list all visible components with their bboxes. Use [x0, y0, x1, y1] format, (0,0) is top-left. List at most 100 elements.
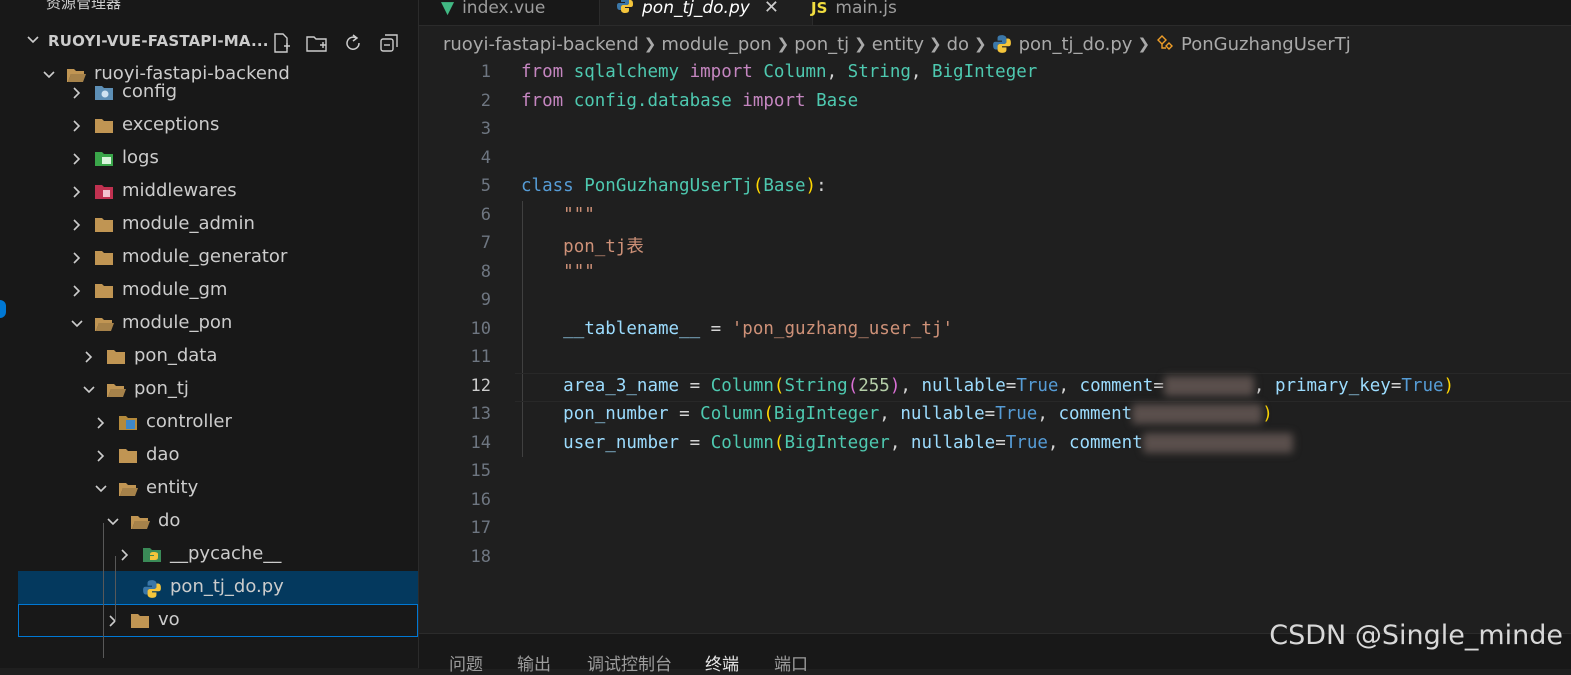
code-line: 15: [419, 458, 1571, 486]
folder-item[interactable]: middlewares: [18, 175, 418, 208]
pycache-folder-icon: [142, 546, 162, 563]
chevron-right-icon: [85, 351, 93, 363]
file-item[interactable]: pon_tj_do.py: [18, 571, 418, 604]
watermark: CSDN @Single_minde: [1269, 620, 1563, 651]
tree-item-label: controller: [146, 411, 232, 432]
folder-item[interactable]: logs: [18, 142, 418, 175]
tab-main-js[interactable]: JS main.js: [797, 0, 961, 25]
line-number: 8: [480, 261, 491, 282]
folder-item[interactable]: config: [18, 76, 418, 109]
breadcrumb-item[interactable]: module_pon: [661, 34, 771, 55]
code-text: user_number = Column(BigInteger, nullabl…: [521, 432, 1293, 453]
folder-item[interactable]: controller: [18, 406, 418, 439]
controller-folder-icon: [118, 414, 138, 431]
chevron-down-icon: [107, 518, 119, 526]
collapse-all-icon[interactable]: [376, 30, 402, 56]
new-file-icon[interactable]: [268, 30, 294, 56]
folder-item[interactable]: entity: [18, 472, 418, 505]
folder-item[interactable]: pon_tj: [18, 373, 418, 406]
accounts-badge[interactable]: [0, 300, 6, 318]
tree-item-label: pon_tj_do.py: [170, 576, 284, 597]
chevron-down-icon: [71, 320, 83, 328]
panel-tab-output[interactable]: 输出: [517, 650, 551, 675]
code-text: pon_number = Column(BigInteger, nullable…: [563, 404, 1273, 424]
folder-item[interactable]: pon_data: [18, 340, 418, 373]
chevron-right-icon: ❯: [929, 35, 942, 53]
line-number: 5: [480, 176, 491, 196]
code-line: 16: [419, 487, 1571, 515]
code-line: 3: [419, 116, 1571, 144]
line-number: 13: [470, 404, 491, 424]
line-number: 1: [480, 62, 491, 82]
class-symbol-icon: [1157, 35, 1174, 50]
breadcrumb-item[interactable]: entity: [872, 34, 924, 55]
code-line: 17: [419, 515, 1571, 543]
line-number: 16: [470, 489, 491, 510]
folder-icon: [130, 612, 150, 629]
folder-item[interactable]: exceptions: [18, 109, 418, 142]
panel-tab-ports[interactable]: 端口: [774, 650, 808, 675]
line-number: 7: [480, 233, 491, 253]
folder-item[interactable]: module_pon: [18, 307, 418, 340]
chevron-right-icon: ❯: [776, 35, 790, 53]
chevron-right-icon: [109, 615, 117, 627]
new-folder-icon[interactable]: [304, 30, 330, 56]
tree-indent-guide: [103, 523, 104, 658]
panel-tab-problems[interactable]: 问题: [449, 650, 483, 675]
breadcrumb-item[interactable]: ruoyi-fastapi-backend: [443, 34, 639, 55]
editor-tabs: ▼ index.vue pon_tj_do.py ✕ JS main.js: [419, 0, 1571, 26]
explorer-sidebar: 资源管理器 ··· RUOYI-VUE-FASTAPI-MA... ruoyi-…: [18, 0, 419, 668]
code-line: 5 class PonGuzhangUserTj(Base):: [419, 173, 1571, 201]
project-header[interactable]: RUOYI-VUE-FASTAPI-MA...: [18, 26, 418, 60]
python-file-icon: [992, 35, 1011, 53]
middleware-folder-icon: [94, 183, 114, 200]
code-line: 18: [419, 544, 1571, 572]
folder-item[interactable]: dao: [18, 439, 418, 472]
folder-item[interactable]: module_gm: [18, 274, 418, 307]
breadcrumb-item[interactable]: pon_tj: [794, 34, 849, 55]
line-number: 18: [470, 546, 491, 567]
tab-label: index.vue: [462, 0, 546, 18]
tab-pon-tj-do-py[interactable]: pon_tj_do.py ✕: [599, 0, 813, 25]
folder-item[interactable]: vo: [18, 604, 418, 637]
folder-icon: [94, 249, 114, 266]
code-text: from config.database import Base: [521, 90, 859, 111]
tree-item-label: module_gm: [122, 279, 228, 300]
folder-item[interactable]: do: [18, 505, 418, 538]
chevron-right-icon: ❯: [643, 35, 657, 53]
breadcrumb-item[interactable]: pon_tj_do.py: [1019, 34, 1133, 55]
tree-item-label: dao: [146, 444, 180, 465]
python-file-icon: [142, 579, 162, 598]
more-actions-icon[interactable]: ···: [376, 0, 396, 9]
breadcrumb-item[interactable]: PonGuzhangUserTj: [1181, 34, 1351, 55]
folder-open-icon: [94, 315, 114, 332]
explorer-title: 资源管理器: [46, 0, 122, 12]
panel-tab-terminal[interactable]: 终端: [705, 650, 739, 675]
tab-index-vue[interactable]: ▼ index.vue: [437, 0, 601, 25]
refresh-icon[interactable]: [340, 30, 366, 56]
redacted-text: [1142, 432, 1293, 453]
panel-tab-debug-console[interactable]: 调试控制台: [587, 650, 672, 675]
code-line: 11: [419, 344, 1571, 372]
folder-item[interactable]: module_admin: [18, 208, 418, 241]
chevron-right-icon: [121, 549, 129, 561]
code-line: 4: [419, 145, 1571, 173]
tree-item-label: pon_tj: [134, 378, 189, 399]
line-number: 17: [470, 518, 491, 538]
breadcrumb: ruoyi-fastapi-backend ❯ module_pon ❯ pon_t…: [443, 31, 1351, 57]
tree-item-label: entity: [146, 477, 199, 498]
logs-folder-icon: [94, 150, 114, 167]
js-file-icon: JS: [811, 0, 828, 17]
breadcrumb-item[interactable]: do: [947, 34, 969, 55]
code-line: 7 pon_tj表: [419, 230, 1571, 258]
folder-open-icon: [130, 513, 150, 530]
folder-item[interactable]: __pycache__: [18, 538, 418, 571]
redacted-text: [1163, 375, 1254, 396]
chevron-down-icon: [27, 36, 39, 44]
chevron-right-icon: [97, 417, 105, 429]
line-number: 9: [480, 290, 491, 310]
code-line: 2 from config.database import Base: [419, 88, 1571, 116]
close-tab-icon[interactable]: ✕: [764, 0, 779, 18]
folder-item[interactable]: module_generator: [18, 241, 418, 274]
code-text: area_3_name = Column(String(255), nullab…: [563, 375, 1455, 396]
